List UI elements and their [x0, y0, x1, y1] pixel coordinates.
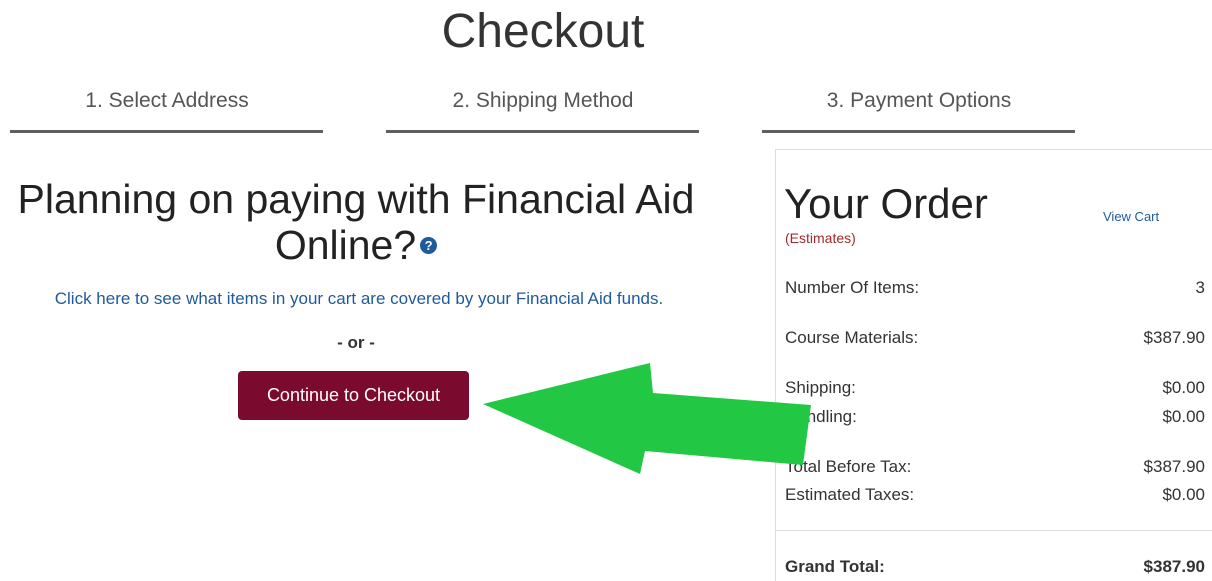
checkout-page: Checkout 1. Select Address 2. Shipping M… [0, 0, 1212, 581]
step-select-address[interactable]: 1. Select Address [10, 86, 324, 116]
step-payment-options[interactable]: 3. Payment Options [762, 86, 1076, 116]
grand-total-value: $387.90 [1143, 557, 1205, 576]
order-row-estimated-taxes: Estimated Taxes: $0.00 [785, 485, 1205, 505]
order-divider [776, 530, 1212, 531]
step-bar-select-address [10, 130, 323, 133]
order-row-total-before-tax: Total Before Tax: $387.90 [785, 457, 1205, 477]
step-shipping-method[interactable]: 2. Shipping Method [386, 86, 700, 116]
order-summary-panel: Your Order (Estimates) View Cart Number … [775, 149, 1212, 581]
page-title: Checkout [441, 5, 645, 58]
order-row-course-materials: Course Materials: $387.90 [785, 328, 1205, 348]
financial-aid-heading-line1: Planning on paying with Financial Aid [17, 176, 695, 222]
order-row-value: $0.00 [1162, 407, 1205, 426]
arrow-icon [483, 363, 811, 474]
financial-aid-heading: Planning on paying with Financial Aid On… [0, 176, 712, 268]
order-row-label: Number Of Items: [785, 278, 920, 297]
order-row-label: Handling: [785, 407, 857, 426]
order-row-value: $387.90 [1143, 328, 1205, 347]
order-row-value: $0.00 [1162, 378, 1205, 397]
continue-to-checkout-button[interactable]: Continue to Checkout [238, 371, 469, 420]
grand-total-label: Grand Total: [785, 557, 885, 576]
question-circle-icon[interactable]: ? [420, 236, 438, 254]
step-bar-shipping-method [386, 130, 699, 133]
order-row-value: 3 [1195, 278, 1205, 297]
or-separator: - or - [337, 333, 375, 352]
order-row-label: Estimated Taxes: [785, 485, 915, 504]
step-bar-payment-options [762, 130, 1075, 133]
financial-aid-coverage-link[interactable]: Click here to see what items in your car… [0, 289, 724, 309]
order-estimates-note: (Estimates) [785, 230, 856, 246]
order-row-grand-total: Grand Total: $387.90 [785, 557, 1205, 577]
order-row-label: Course Materials: [785, 328, 919, 347]
order-row-value: $387.90 [1143, 457, 1205, 476]
order-title: Your Order [784, 180, 988, 227]
view-cart-link[interactable]: View Cart [1103, 209, 1159, 224]
order-row-number-of-items: Number Of Items: 3 [785, 278, 1205, 298]
order-row-handling: Handling: $0.00 [785, 407, 1205, 427]
order-row-label: Shipping: [785, 378, 856, 397]
order-row-shipping: Shipping: $0.00 [785, 378, 1205, 398]
financial-aid-heading-line2: Online? [274, 222, 417, 268]
order-row-label: Total Before Tax: [785, 457, 912, 476]
order-row-value: $0.00 [1162, 485, 1205, 504]
